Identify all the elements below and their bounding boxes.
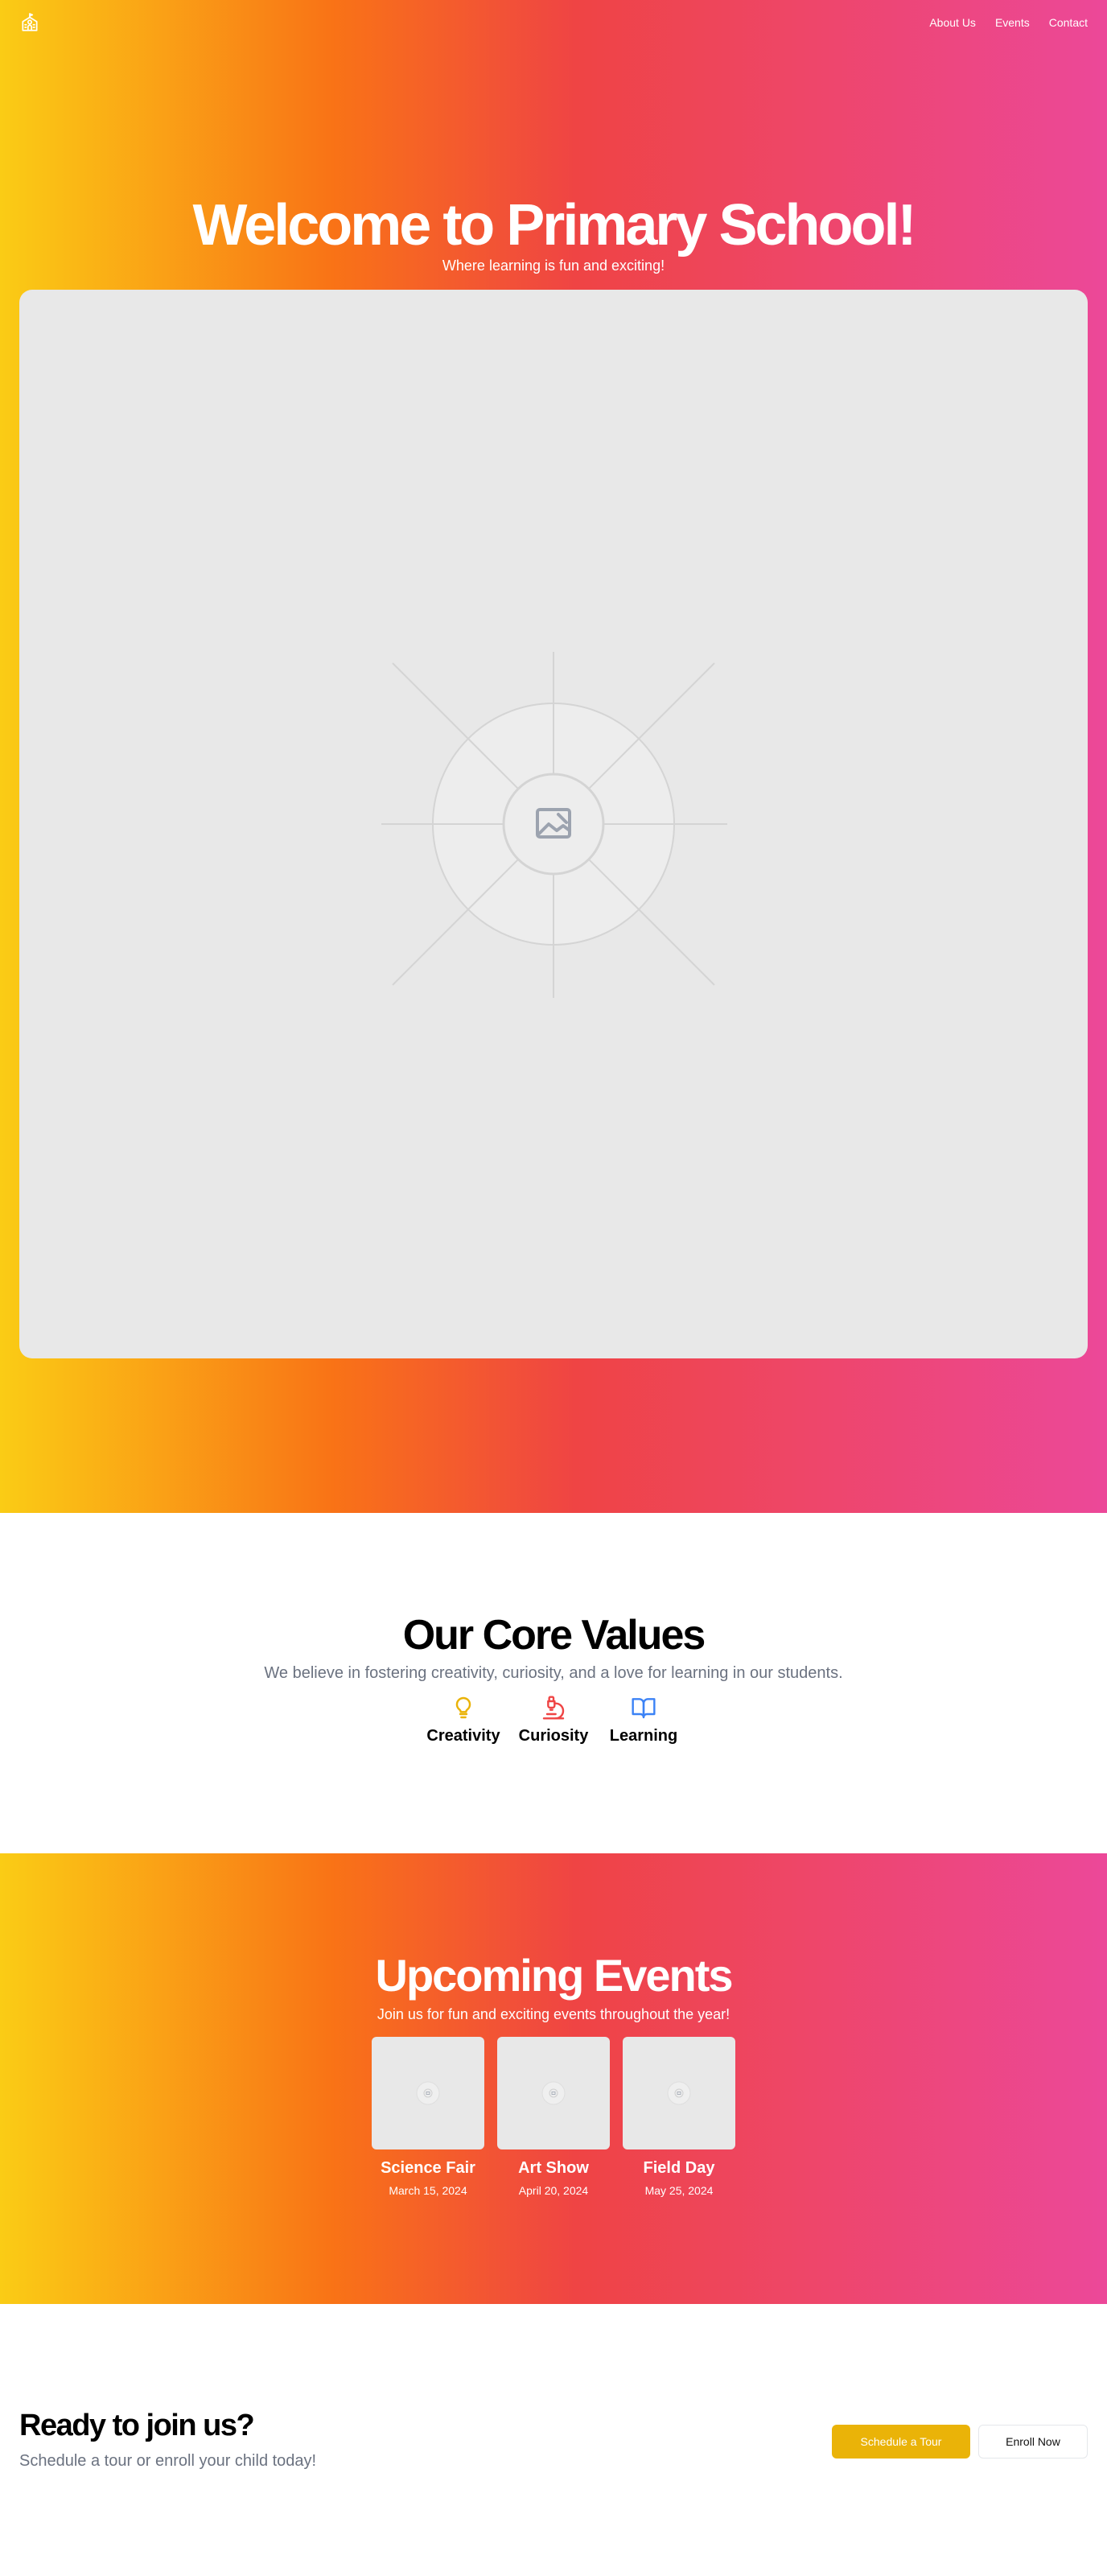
values-title: Our Core Values [402,1612,706,1659]
value-item-creativity: Creativity [426,1695,500,1745]
nav-link-about[interactable]: About Us [929,16,976,29]
events-section: Upcoming Events Join us for fun and exci… [0,1853,1107,2304]
nav-links: About Us Events Contact [929,16,1088,29]
value-item-learning: Learning [607,1695,681,1745]
hero-section: About Us Events Contact Welcome to Prima… [0,0,1107,1513]
value-label: Learning [609,1727,678,1745]
hero-image [19,290,1088,1358]
nav-link-events[interactable]: Events [995,16,1030,29]
value-item-curiosity: Curiosity [516,1695,591,1745]
event-image [623,2037,735,2149]
image-placeholder-icon [416,2081,440,2105]
event-date: April 20, 2024 [518,2184,589,2197]
cta-section: Ready to join us? Schedule a tour or enr… [0,2304,1107,2576]
cta-title: Ready to join us? [19,2409,255,2442]
values-subtitle: We believe in fostering creativity, curi… [264,1664,843,1682]
school-icon[interactable] [19,12,40,33]
events-subtitle: Join us for fun and exciting events thro… [377,2006,730,2022]
top-nav: About Us Events Contact [0,0,1107,45]
hero-subtitle: Where learning is fun and exciting! [442,258,665,274]
schedule-tour-button[interactable]: Schedule a Tour [832,2425,970,2459]
event-card-field-day[interactable]: Field Day May 25, 2024 [623,2037,735,2197]
value-label: Curiosity [518,1727,589,1745]
microscope-icon [542,1696,565,1720]
image-placeholder-icon [381,652,727,998]
event-name: Art Show [518,2159,589,2177]
nav-link-contact[interactable]: Contact [1049,16,1088,29]
hero-title: Welcome to Primary School! [192,193,917,258]
lightbulb-icon [455,1696,471,1719]
value-label: Creativity [426,1727,500,1745]
cta-subtitle: Schedule a tour or enroll your child tod… [19,2452,317,2470]
values-list: Creativity Curiosity Learning [0,1695,1107,1745]
image-placeholder-icon [667,2081,691,2105]
events-list: Science Fair March 15, 2024 Art Show Apr… [0,2037,1107,2197]
event-date: March 15, 2024 [389,2184,467,2197]
enroll-now-button[interactable]: Enroll Now [978,2425,1088,2459]
event-card-art-show[interactable]: Art Show April 20, 2024 [497,2037,610,2197]
event-name: Field Day [643,2159,715,2177]
event-name: Science Fair [381,2159,475,2177]
image-placeholder-icon [541,2081,566,2105]
book-open-icon [632,1698,656,1719]
events-title: Upcoming Events [375,1950,734,2001]
core-values-section: Our Core Values We believe in fostering … [0,1513,1107,1853]
event-image [497,2037,610,2149]
cta-buttons: Schedule a Tour Enroll Now [832,2425,1088,2459]
event-card-science-fair[interactable]: Science Fair March 15, 2024 [372,2037,484,2197]
event-image [372,2037,484,2149]
event-date: May 25, 2024 [644,2184,714,2197]
